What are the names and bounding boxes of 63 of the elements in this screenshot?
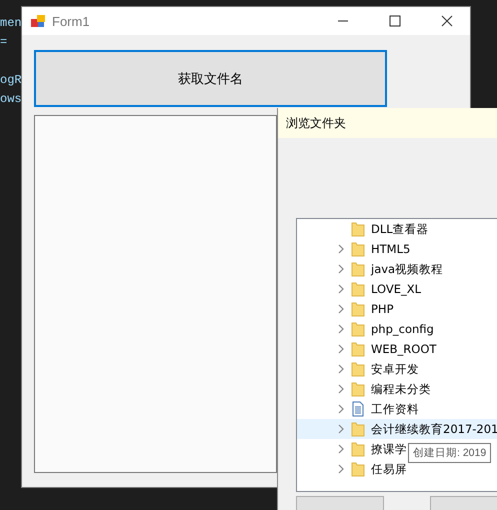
chevron-icon[interactable] bbox=[337, 304, 345, 314]
folder-icon bbox=[351, 341, 365, 357]
tooltip: 创建日期: 2019 bbox=[408, 443, 492, 463]
chevron-icon[interactable] bbox=[337, 464, 345, 474]
chevron-icon[interactable] bbox=[337, 264, 345, 274]
close-icon bbox=[441, 15, 453, 27]
chevron-icon[interactable] bbox=[337, 244, 345, 254]
tree-item-label: PHP bbox=[371, 302, 394, 316]
chevron-icon[interactable] bbox=[337, 364, 345, 374]
tree-item[interactable]: 任易屏 bbox=[297, 459, 409, 479]
folder-icon bbox=[351, 321, 365, 337]
chevron-icon[interactable] bbox=[337, 324, 345, 334]
tree-item-label: LOVE_XL bbox=[371, 282, 422, 296]
tree-item-label: java视频教程 bbox=[371, 262, 444, 276]
document-icon bbox=[351, 401, 365, 417]
chevron-icon[interactable] bbox=[337, 424, 345, 434]
tree-item[interactable]: 编程未分类 bbox=[297, 379, 433, 399]
folder-icon bbox=[351, 241, 365, 257]
tree-item[interactable]: 撩课学 bbox=[297, 439, 409, 459]
app-icon bbox=[30, 13, 46, 29]
tree-item[interactable]: 安卓开发 bbox=[297, 359, 421, 379]
folder-icon bbox=[351, 281, 365, 297]
folder-icon bbox=[351, 441, 365, 457]
tree-item-label: 编程未分类 bbox=[371, 382, 431, 396]
tree-item[interactable]: 工作资料 bbox=[297, 399, 421, 419]
tree-item[interactable]: php_config bbox=[297, 319, 436, 339]
tree-item[interactable]: 会计继续教育2017-201 bbox=[297, 419, 497, 439]
folder-tree[interactable]: DLL查看器 HTML5 java视频教程 LOVE_XL PHP php_config WEB_ROOT 安卓开发 编程未分类 工作资料 会计继续教育2017-201 撩课学 任易屏 创建日期: 2019 bbox=[296, 218, 497, 492]
folder-icon bbox=[351, 461, 365, 477]
chevron-icon[interactable] bbox=[337, 384, 345, 394]
tree-item[interactable]: PHP bbox=[297, 299, 396, 319]
tree-item[interactable]: HTML5 bbox=[297, 239, 412, 259]
code-line: men bbox=[0, 15, 22, 32]
code-line: ogR bbox=[0, 72, 22, 89]
folder-icon bbox=[351, 301, 365, 317]
tree-item-label: 工作资料 bbox=[371, 402, 419, 416]
tree-item-label: DLL查看器 bbox=[371, 222, 429, 236]
folder-icon bbox=[351, 221, 365, 237]
tree-item-label: 任易屏 bbox=[371, 462, 407, 476]
maximize-icon bbox=[389, 15, 401, 27]
chevron-icon[interactable] bbox=[337, 404, 345, 414]
code-line: ows bbox=[0, 91, 22, 108]
dialog-title: 浏览文件夹 bbox=[286, 114, 346, 132]
folder-icon bbox=[351, 261, 365, 277]
tree-item-label: php_config bbox=[371, 322, 434, 336]
tree-item[interactable]: java视频教程 bbox=[297, 259, 446, 279]
tree-item[interactable]: LOVE_XL bbox=[297, 279, 424, 299]
window-title: Form1 bbox=[52, 14, 91, 28]
tree-item[interactable]: WEB_ROOT bbox=[297, 339, 438, 359]
folder-icon bbox=[351, 421, 365, 437]
chevron-icon[interactable] bbox=[337, 444, 345, 454]
tree-item[interactable]: DLL查看器 bbox=[297, 219, 431, 239]
tree-item-label: WEB_ROOT bbox=[371, 342, 436, 356]
chevron-icon[interactable] bbox=[337, 284, 345, 294]
tree-item-label: 安卓开发 bbox=[371, 362, 419, 376]
chevron-icon[interactable] bbox=[337, 344, 345, 354]
tree-item-label: 会计继续教育2017-201 bbox=[371, 422, 497, 436]
tree-item-label: 撩课学 bbox=[371, 442, 407, 456]
folder-icon bbox=[351, 381, 365, 397]
get-filename-button[interactable]: 获取文件名 bbox=[34, 50, 387, 107]
code-line: = bbox=[0, 34, 8, 51]
folder-icon bbox=[351, 361, 365, 377]
tree-item-label: HTML5 bbox=[371, 242, 410, 256]
